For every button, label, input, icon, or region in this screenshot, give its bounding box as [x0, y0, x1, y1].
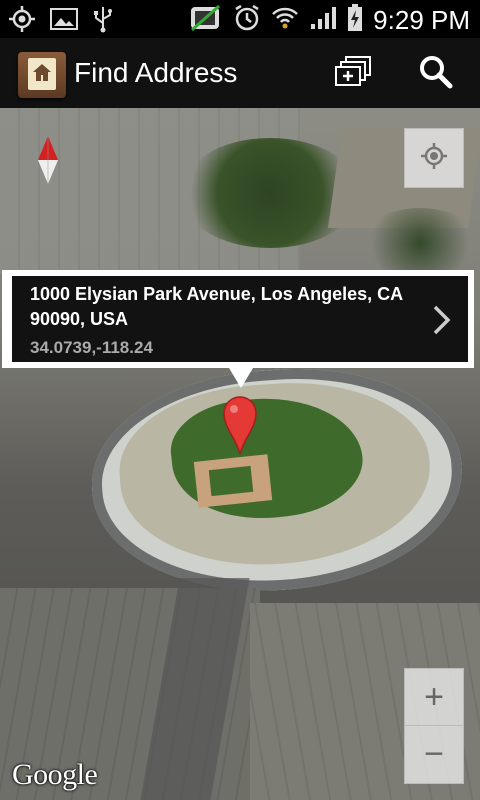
search-button[interactable] — [416, 54, 456, 94]
alarm-icon — [233, 4, 261, 36]
zoom-controls: + − — [404, 668, 464, 784]
chevron-right-icon[interactable] — [430, 304, 454, 336]
zoom-in-button[interactable]: + — [405, 669, 463, 726]
map-pin-icon[interactable] — [222, 394, 258, 456]
address-book-home-icon[interactable] — [18, 52, 66, 98]
image-icon — [50, 7, 78, 35]
info-window[interactable]: 1000 Elysian Park Avenue, Los Angeles, C… — [2, 270, 474, 368]
my-location-icon — [419, 141, 449, 175]
search-icon — [418, 54, 454, 94]
info-window-pointer — [229, 368, 253, 388]
status-bar: 9:29 PM — [0, 0, 480, 38]
my-location-button[interactable] — [404, 128, 464, 188]
page-title: Find Address — [74, 57, 238, 88]
coordinates-text: 34.0739,-118.24 — [30, 338, 153, 357]
layers-add-icon — [335, 55, 373, 93]
gps-icon — [8, 5, 36, 37]
google-attribution: Google — [12, 758, 98, 791]
info-window-body[interactable]: 1000 Elysian Park Avenue, Los Angeles, C… — [12, 276, 468, 362]
layers-add-button[interactable] — [334, 54, 374, 94]
map-trees — [360, 208, 480, 278]
signal-icon — [309, 5, 337, 35]
map-view[interactable]: 1000 Elysian Park Avenue, Los Angeles, C… — [0, 108, 480, 800]
clock: 9:29 PM — [373, 5, 470, 35]
silent-icon — [189, 3, 223, 37]
battery-charging-icon — [347, 4, 363, 36]
map-infield-grass — [208, 465, 254, 497]
action-bar: Find Address — [0, 38, 480, 110]
address-text: 1000 Elysian Park Avenue, Los Angeles, C… — [30, 284, 403, 329]
wifi-icon — [271, 5, 299, 35]
zoom-out-button[interactable]: − — [405, 726, 463, 782]
compass-icon[interactable] — [36, 134, 60, 186]
usb-icon — [92, 5, 114, 37]
